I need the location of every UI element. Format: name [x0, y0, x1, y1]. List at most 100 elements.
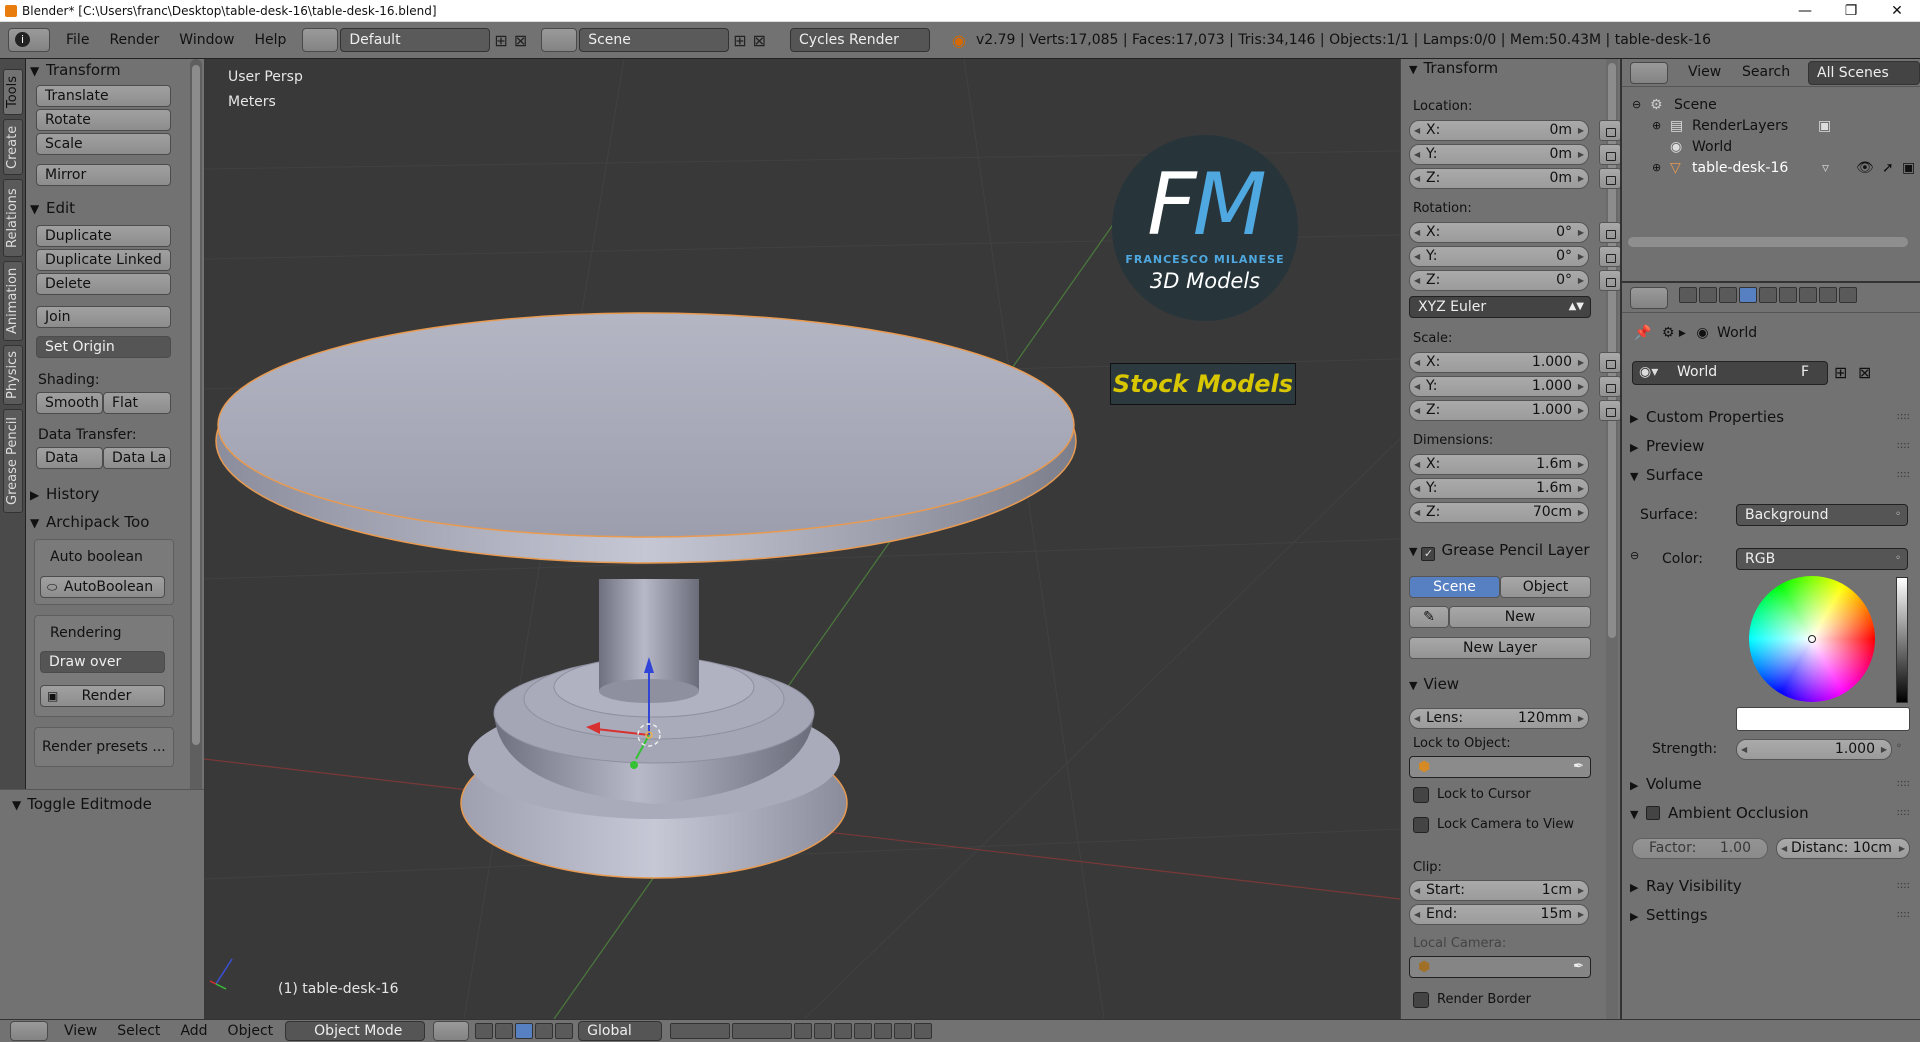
lock-object-field[interactable]: ⬢ ✒	[1409, 756, 1591, 778]
lock-scale-z-icon[interactable]	[1599, 400, 1621, 421]
duplicate-button[interactable]: Duplicate	[36, 225, 171, 247]
n-transform-header[interactable]: ▼ Transform	[1409, 59, 1498, 77]
remove-layout-icon[interactable]: ⊠	[514, 31, 527, 50]
renderability-camera-icon[interactable]: ▣	[1902, 158, 1915, 178]
add-scene-icon[interactable]: ⊞	[733, 31, 746, 50]
minimize-button[interactable]: —	[1782, 0, 1828, 22]
lens-field[interactable]: ◀ Lens: 120mm ▶	[1409, 708, 1589, 729]
dimension-z-field[interactable]: ◀ Z: 70cm ▶	[1409, 502, 1589, 523]
translate-manipulator-icon[interactable]	[515, 1023, 534, 1039]
outliner-world-row[interactable]: ◉ World	[1622, 137, 1920, 157]
draw-over-dropdown[interactable]: Draw over	[40, 651, 165, 673]
scale-manipulator-icon[interactable]	[555, 1023, 574, 1039]
set-origin-dropdown[interactable]: Set Origin	[36, 336, 171, 358]
autoboolean-button[interactable]: ⬭ AutoBoolean	[40, 576, 165, 598]
menu-object[interactable]: Object	[218, 1023, 284, 1039]
constraints-context-icon[interactable]	[1779, 287, 1797, 303]
properties-editor-icon[interactable]	[1630, 287, 1668, 309]
unlink-world-icon[interactable]: ⊠	[1858, 363, 1871, 382]
gp-scene-tab[interactable]: Scene	[1409, 576, 1500, 598]
visibility-eye-icon[interactable]: 👁	[1856, 158, 1874, 178]
surface-shader-dropdown[interactable]: Background ◦	[1736, 504, 1908, 526]
material-context-icon[interactable]	[1839, 287, 1857, 303]
lock-rotation-z-icon[interactable]	[1599, 270, 1621, 291]
clip-end-field[interactable]: ◀ End: 15m ▶	[1409, 904, 1589, 925]
outliner-object-row[interactable]: ⊕ ▽ table-desk-16 ▿ 👁 ➚ ▣	[1622, 158, 1920, 178]
transform-panel-header[interactable]: ▼ Transform	[30, 59, 121, 81]
3d-viewport[interactable]: User Persp Meters (1) table-desk-16 FM F…	[204, 59, 1400, 1019]
scene-context-icon[interactable]	[1719, 287, 1737, 303]
snap-toggle-icon[interactable]	[834, 1023, 853, 1039]
data-context-icon[interactable]	[1819, 287, 1837, 303]
rotation-y-field[interactable]: ◀ Y: 0° ▶	[1409, 246, 1589, 267]
duplicate-linked-button[interactable]: Duplicate Linked	[36, 249, 171, 271]
fake-user-button[interactable]: F	[1801, 364, 1809, 380]
outliner-search-menu[interactable]: Search	[1742, 64, 1790, 80]
scale-button[interactable]: Scale	[36, 133, 171, 155]
location-x-field[interactable]: ◀ X: 0m ▶	[1409, 120, 1589, 141]
tab-grease-pencil[interactable]: Grease Pencil	[3, 409, 23, 513]
render-button[interactable]: ▣ Render	[40, 685, 165, 707]
object-context-icon[interactable]	[1759, 287, 1777, 303]
outliner-scene-row[interactable]: ⊖ ⚙ Scene	[1622, 95, 1920, 115]
gizmo-y-arrow-icon[interactable]	[630, 761, 638, 769]
delete-button[interactable]: Delete	[36, 273, 171, 295]
outliner-editor-icon[interactable]	[1630, 62, 1668, 84]
menu-window[interactable]: Window	[169, 22, 244, 59]
close-button[interactable]: ✕	[1874, 0, 1920, 22]
outliner-scrollbar[interactable]	[1628, 237, 1908, 247]
scale-x-field[interactable]: ◀ X: 1.000 ▶	[1409, 352, 1589, 373]
menu-select[interactable]: Select	[107, 1023, 170, 1039]
mirror-button[interactable]: Mirror	[36, 164, 171, 186]
location-y-field[interactable]: ◀ Y: 0m ▶	[1409, 144, 1589, 165]
new-world-icon[interactable]: ⊞	[1834, 363, 1847, 382]
rotation-x-field[interactable]: ◀ X: 0° ▶	[1409, 222, 1589, 243]
pivot-point-icon[interactable]	[475, 1023, 494, 1039]
strength-socket-icon[interactable]: ◦	[1896, 741, 1902, 752]
custom-properties-header[interactable]: ▶ Custom Properties::::	[1630, 406, 1910, 428]
viewport-editor-icon[interactable]	[10, 1021, 48, 1041]
tab-relations[interactable]: Relations	[3, 179, 23, 257]
scale-z-field[interactable]: ◀ Z: 1.000 ▶	[1409, 400, 1589, 421]
data-transfer-button[interactable]: Data	[36, 447, 103, 469]
rotation-z-field[interactable]: ◀ Z: 0° ▶	[1409, 270, 1589, 291]
n-view-header[interactable]: ▼ View	[1409, 675, 1459, 693]
snap-target-icon[interactable]	[874, 1023, 893, 1039]
data-layout-button[interactable]: Data La	[103, 447, 171, 469]
lock-scale-y-icon[interactable]	[1599, 376, 1621, 397]
renderlayer-visibility-icon[interactable]: ▣	[1818, 116, 1831, 136]
lock-scale-x-icon[interactable]	[1599, 352, 1621, 373]
screen-layout-field[interactable]: Default	[340, 28, 491, 52]
toolshelf-scrollbar[interactable]	[190, 59, 202, 799]
menu-view[interactable]: View	[54, 1023, 107, 1039]
menu-file[interactable]: File	[56, 22, 99, 59]
menu-help[interactable]: Help	[244, 22, 296, 59]
eyedropper-icon[interactable]: ✒	[1573, 757, 1584, 777]
menu-render[interactable]: Render	[99, 22, 169, 59]
local-camera-field[interactable]: ⬢ ✒	[1409, 956, 1591, 978]
npanel-scrollbar[interactable]	[1606, 59, 1618, 1019]
lock-location-y-icon[interactable]	[1599, 144, 1621, 165]
grease-pencil-layer-header[interactable]: ▼ ✓ Grease Pencil Layer	[1409, 541, 1590, 561]
add-layout-icon[interactable]: ⊞	[494, 31, 507, 50]
lock-camera-checkbox[interactable]	[1413, 817, 1429, 833]
manipulator-toggle-icon[interactable]	[495, 1023, 514, 1039]
scene-selector-icon[interactable]	[541, 28, 578, 52]
gp-pencil-icon[interactable]: ✎	[1409, 606, 1449, 628]
table-top-surface[interactable]	[217, 312, 1075, 538]
opengl-animation-icon[interactable]	[914, 1023, 933, 1039]
gp-enable-checkbox[interactable]: ✓	[1421, 547, 1436, 561]
ao-factor-field[interactable]: Factor: 1.00	[1632, 838, 1768, 859]
lock-rotation-y-icon[interactable]	[1599, 246, 1621, 267]
outliner-display-mode[interactable]: All Scenes	[1808, 61, 1920, 85]
opengl-render-icon[interactable]	[894, 1023, 913, 1039]
dimension-x-field[interactable]: ◀ X: 1.6m ▶	[1409, 454, 1589, 475]
screen-layout-icon[interactable]	[302, 28, 339, 52]
lock-rotation-x-icon[interactable]	[1599, 222, 1621, 243]
gp-object-tab[interactable]: Object	[1500, 576, 1591, 598]
history-panel-header[interactable]: ▶ History	[30, 483, 99, 505]
settings-header[interactable]: ▶ Settings::::	[1630, 904, 1910, 926]
edit-panel-header[interactable]: ▼ Edit	[30, 197, 75, 219]
renderlayer-context-icon[interactable]	[1699, 287, 1717, 303]
render-presets-button[interactable]: Render presets ...	[42, 739, 166, 755]
